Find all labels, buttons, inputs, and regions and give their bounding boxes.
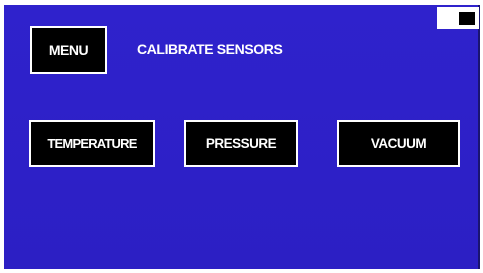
pressure-button[interactable]: PRESSURE (184, 120, 298, 167)
vacuum-button[interactable]: VACUUM (337, 120, 460, 167)
page-title: CALIBRATE SENSORS (137, 41, 283, 57)
battery-level-indicator (459, 12, 475, 25)
temperature-button[interactable]: TEMPERATURE (29, 120, 155, 167)
menu-button[interactable]: MENU (30, 26, 107, 74)
device-frame: MENU CALIBRATE SENSORS TEMPERATURE PRESS… (0, 0, 483, 273)
touch-screen: MENU CALIBRATE SENSORS TEMPERATURE PRESS… (4, 5, 480, 269)
battery-icon (437, 7, 479, 29)
